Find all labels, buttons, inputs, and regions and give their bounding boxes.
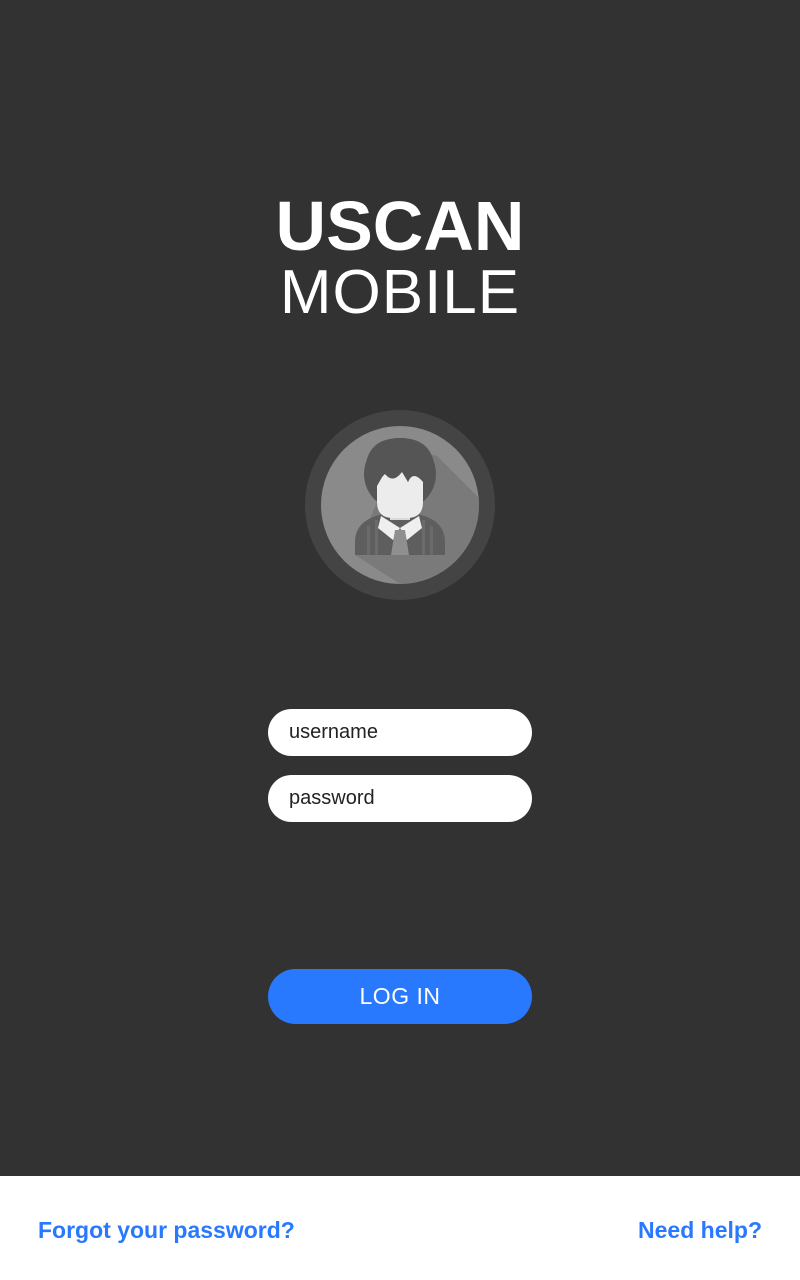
user-avatar-icon [305, 410, 495, 600]
login-button[interactable]: LOG IN [268, 969, 532, 1024]
logo-title: USCAN [275, 187, 525, 265]
login-screen: USCAN MOBILE username LOG IN Forgot your… [0, 0, 800, 1280]
need-help-link[interactable]: Need help? [638, 1216, 762, 1244]
forgot-password-link[interactable]: Forgot your password? [38, 1216, 295, 1244]
login-panel: USCAN MOBILE username LOG IN [0, 0, 800, 1176]
username-input[interactable] [268, 709, 532, 756]
footer-bar: Forgot your password? Need help? [0, 1176, 800, 1280]
logo-subtitle: MOBILE [279, 258, 521, 327]
password-input[interactable] [268, 775, 532, 822]
